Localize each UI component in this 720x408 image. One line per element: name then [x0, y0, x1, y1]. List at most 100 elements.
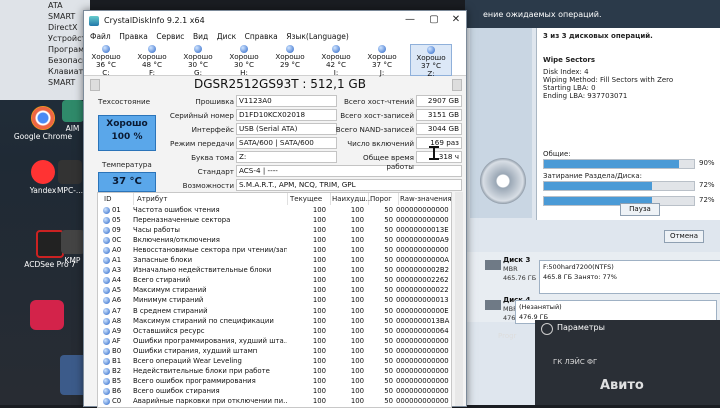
column-header[interactable]: Наихудш... [330, 193, 372, 205]
cell-id: A5 [112, 286, 122, 295]
drive-tab[interactable]: Хорошо 42 °C I: [316, 44, 356, 77]
cell-id: A3 [112, 266, 122, 275]
list-item[interactable]: Устройств [0, 33, 91, 44]
disk-drive-icon [485, 300, 501, 310]
cell-worst: 100 [350, 216, 364, 225]
disk-volume[interactable]: F:500hard7200(NTFS) 465.8 ГБ Занято: 77% [539, 260, 720, 294]
cancel-button[interactable]: Отмена [664, 230, 704, 243]
health-status-badge[interactable]: Хорошо 100 % [98, 115, 156, 151]
table-row[interactable]: B1 Всего операций Wear Leveling 100 100 50 00… [98, 357, 451, 366]
table-row[interactable]: 0C Включения/отключения 100 100 50 0000000000… [98, 236, 451, 245]
cell-worst: 100 [350, 356, 364, 365]
cell-attribute: Ошибки программирования, худший шта... [133, 336, 287, 345]
status-dot-icon [103, 247, 110, 255]
close-button[interactable]: ✕ [448, 14, 464, 25]
drive-tab[interactable]: Хорошо 30 °C H: [224, 44, 264, 77]
minimize-button[interactable]: — [402, 14, 418, 25]
table-row[interactable]: 01 Частота ошибок чтения 100 100 50 000000000… [98, 206, 451, 215]
table-row[interactable]: AF Ошибки программирования, худший шта...… [98, 337, 451, 346]
table-row[interactable]: B5 Всего ошибок программирования 100 100 50 0… [98, 377, 451, 386]
cell-threshold: 50 [384, 286, 393, 295]
table-row[interactable]: A3 Изначально недействительные блоки 100 10… [98, 266, 451, 275]
settings-label[interactable]: Параметры [557, 323, 605, 332]
wipe-progress-label: Затирание Раздела/Диска: [543, 172, 643, 180]
table-row[interactable]: 09 Часы работы 100 100 50 00000000013E [98, 226, 451, 235]
table-row[interactable]: B6 Всего ошибок стирания 100 100 50 000000000… [98, 387, 451, 396]
table-row[interactable]: 05 Переназначенные сектора 100 100 50 0000000… [98, 216, 451, 225]
menu-disk[interactable]: Диск [217, 31, 236, 43]
list-item[interactable]: SMART [0, 11, 90, 22]
drive-tab[interactable]: Хорошо 29 °C [270, 44, 310, 74]
table-row[interactable]: A5 Максимум стираний 100 100 50 000000000022 [98, 286, 451, 295]
list-item[interactable]: Клавиатура [0, 66, 98, 77]
cell-id: A9 [112, 326, 122, 335]
cell-id: B1 [112, 356, 122, 365]
cell-worst: 100 [350, 316, 364, 325]
table-row[interactable]: C0 Аварийные парковки при отключении пи..… [98, 397, 451, 406]
table-row[interactable]: B0 Ошибки стирания, худший штамп 100 100 50 0… [98, 347, 451, 356]
menu-help[interactable]: Справка [245, 31, 278, 43]
app-icon[interactable] [30, 300, 64, 330]
column-header[interactable]: ID [98, 193, 134, 205]
menu-service[interactable]: Сервис [156, 31, 184, 43]
drive-tab-selected[interactable]: Хорошо 37 °C Z: [410, 44, 452, 78]
cell-attribute: Минимум стираний [133, 296, 204, 305]
column-header[interactable]: Атрибут [133, 193, 288, 205]
cell-attribute: Аварийные парковки при отключении пи... [133, 396, 287, 405]
cell-raw-value: 0000000013BA [396, 316, 450, 325]
cell-id: A4 [112, 276, 122, 285]
disk-drive-icon [485, 260, 501, 270]
list-item[interactable]: ATA [0, 0, 90, 11]
prev-drive-button[interactable] [90, 79, 100, 91]
list-item[interactable]: Программ [0, 44, 90, 55]
cell-threshold: 50 [384, 276, 393, 285]
column-header[interactable]: Текущее [288, 193, 331, 205]
table-row[interactable]: A7 В среднем стираний 100 100 50 00000000000E [98, 307, 451, 316]
cell-worst: 100 [350, 346, 364, 355]
table-row[interactable]: A9 Оставшийся ресурс 100 100 50 000000000064 [98, 327, 451, 336]
cell-worst: 100 [350, 246, 364, 255]
table-row[interactable]: A8 Максимум стираний по спецификации 100 10… [98, 317, 451, 326]
cell-attribute: Переназначенные сектора [133, 216, 231, 225]
desktop-icon-label: Google Chrome [13, 132, 73, 141]
status-dot-icon [103, 307, 110, 315]
table-row[interactable]: A0 Невосстановимые сектора при чтении/зап… [98, 246, 451, 255]
task-label[interactable]: Progr [498, 332, 516, 340]
cell-attribute: Всего операций Wear Leveling [133, 356, 242, 365]
menu-language[interactable]: Язык(Language) [286, 31, 349, 43]
cell-threshold: 50 [384, 206, 393, 214]
list-item[interactable]: DirectX [0, 22, 90, 33]
drive-tab[interactable]: Хорошо 48 °C F: [132, 44, 172, 77]
power-count-value: 169 раз [416, 137, 462, 149]
drive-tab[interactable]: Хорошо 36 °C C: [86, 44, 126, 77]
transfer-mode-value: SATA/600 | SATA/600 [236, 137, 337, 149]
task-label[interactable]: ГК ЛЭЙС ФГ [553, 358, 597, 366]
list-item[interactable]: SMART [0, 77, 90, 88]
menu-view[interactable]: Вид [193, 31, 208, 43]
drive-selector-bar: Хорошо 36 °C C: Хорошо 48 °C F: Хорошо 30 °C G… [84, 43, 466, 78]
menu-edit[interactable]: Правка [119, 31, 148, 43]
pause-button[interactable]: Пауза [620, 203, 660, 216]
smart-attributes-table[interactable]: ID Атрибут Текущее Наихудш... Порог Raw-… [97, 192, 452, 408]
cell-worst: 100 [350, 396, 364, 405]
column-header[interactable]: Порог [368, 193, 399, 205]
title-bar[interactable]: CrystalDiskInfo 9.2.1 x64 — ▢ ✕ [84, 11, 466, 31]
column-header[interactable]: Raw-значения [398, 193, 451, 205]
table-row[interactable]: B2 Недействительные блоки при работе 100 10… [98, 367, 451, 376]
disk-row[interactable]: Диск 3 MBR 465.76 ГБ F:500hard7200(NTFS)… [483, 256, 720, 296]
drive-tab[interactable]: Хорошо 30 °C G: [178, 44, 218, 77]
menu-file[interactable]: Файл [90, 31, 111, 43]
cell-attribute: Всего ошибок программирования [133, 376, 256, 385]
maximize-button[interactable]: ▢ [426, 14, 442, 25]
table-scrollbar[interactable] [455, 192, 463, 406]
table-row[interactable]: A4 Всего стираний 100 100 50 000000002262 [98, 276, 451, 285]
drive-tab[interactable]: Хорошо 37 °C J: [362, 44, 402, 77]
host-writes-label: Всего хост-записей [340, 111, 414, 120]
host-writes-value: 3151 GB [416, 109, 462, 121]
table-row[interactable]: A6 Минимум стираний 100 100 50 000000000013 [98, 296, 451, 305]
crystaldiskinfo-window: CrystalDiskInfo 9.2.1 x64 — ▢ ✕ Файл Пра… [83, 10, 467, 408]
temperature-badge[interactable]: 37 °C [98, 172, 156, 192]
list-item[interactable]: Безопасно [0, 55, 92, 66]
table-row[interactable]: A1 Запасные блоки 100 100 50 00000000000A [98, 256, 451, 265]
next-drive-button[interactable] [452, 79, 462, 91]
